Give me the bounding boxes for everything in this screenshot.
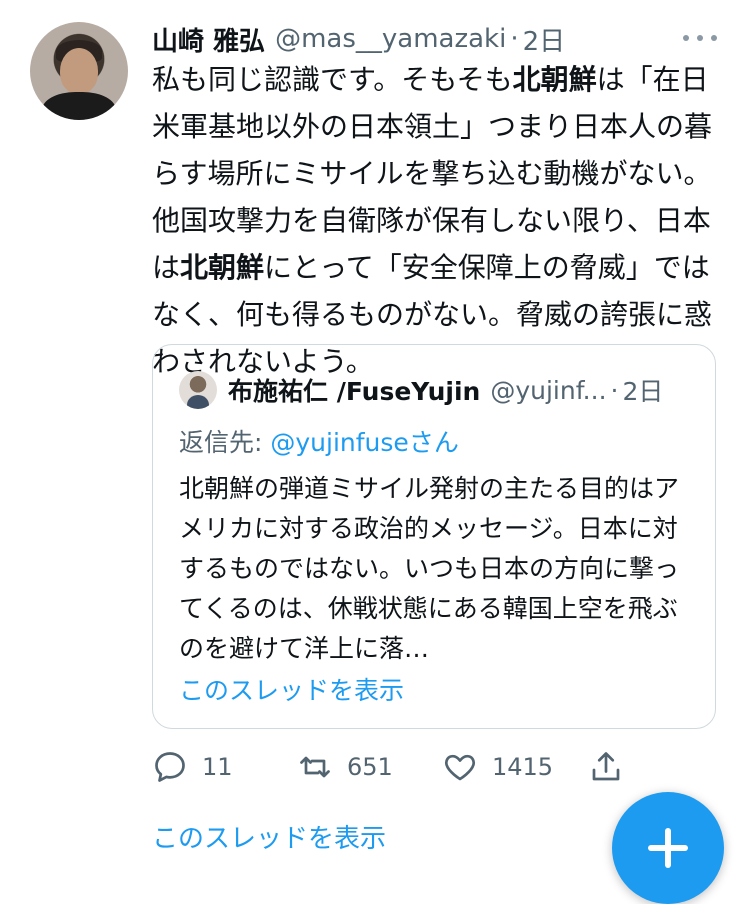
- retweet-icon: [300, 756, 330, 778]
- quoted-show-thread-link[interactable]: このスレッドを表示: [179, 671, 404, 707]
- avatar-face: [60, 48, 98, 94]
- share-button[interactable]: [588, 746, 624, 788]
- reply-to-line: 返信先: @yujinfuseさん: [179, 423, 459, 459]
- plus-icon-vertical: [665, 828, 671, 868]
- dot: [711, 35, 717, 41]
- quoted-tweet-timestamp: 2日: [622, 377, 664, 406]
- quoted-tweet-card[interactable]: 布施祐仁 /FuseYujin @yujinf... · 2日 返信先: @yu…: [152, 344, 716, 729]
- share-icon: [592, 752, 620, 781]
- author-avatar[interactable]: [30, 22, 128, 120]
- author-name[interactable]: 山崎 雅弘: [152, 21, 265, 58]
- tweet-actions: 11 651 1415: [152, 746, 672, 788]
- avatar-body: [42, 92, 116, 120]
- more-dots-icon[interactable]: [683, 28, 717, 48]
- reply-icon: [155, 752, 185, 782]
- show-thread-link[interactable]: このスレッドを表示: [152, 818, 386, 855]
- reply-to-prefix: 返信先:: [179, 428, 271, 457]
- compose-tweet-button[interactable]: [612, 792, 724, 904]
- tweet-text-bold: 北朝鮮: [180, 251, 265, 284]
- tweet-text-bold: 北朝鮮: [512, 63, 597, 96]
- retweet-button[interactable]: 651: [297, 746, 393, 788]
- quoted-tweet-header: 布施祐仁 /FuseYujin @yujinf... · 2日: [228, 371, 663, 409]
- quoted-author-handle: @yujinf...: [490, 375, 607, 405]
- reply-mention-link[interactable]: @yujinfuse: [270, 428, 408, 457]
- tweet-header: 山崎 雅弘 @mas__yamazaki · 2日: [152, 21, 566, 58]
- like-button[interactable]: 1415: [442, 746, 553, 788]
- header-separator: ·: [510, 24, 519, 54]
- heart-icon: [444, 754, 476, 781]
- author-handle[interactable]: @mas__yamazaki: [275, 24, 506, 54]
- dot: [683, 35, 689, 41]
- retweet-count: 651: [347, 753, 393, 781]
- quoted-author-avatar: [179, 371, 217, 409]
- quoted-tweet-text: 北朝鮮の弾道ミサイル発射の主たる目的はアメリカに対する政治的メッセージ。日本に対…: [179, 474, 680, 663]
- tweet-text: 私も同じ認識です。そもそも北朝鮮は「在日米軍基地以外の日本領土」つまり日本人の暮…: [152, 56, 717, 385]
- tweet-text-segment: 私も同じ認識です。そもそも: [152, 63, 513, 96]
- quoted-author-name: 布施祐仁 /FuseYujin: [228, 377, 481, 406]
- dot: [697, 35, 703, 41]
- reply-count: 11: [202, 753, 233, 781]
- reply-button[interactable]: 11: [152, 746, 233, 788]
- reply-suffix: さん: [408, 428, 459, 457]
- tweet-timestamp[interactable]: 2日: [523, 21, 566, 58]
- like-count: 1415: [492, 753, 554, 781]
- avatar-shirt: [187, 395, 209, 409]
- quoted-header-separator: ·: [610, 375, 619, 405]
